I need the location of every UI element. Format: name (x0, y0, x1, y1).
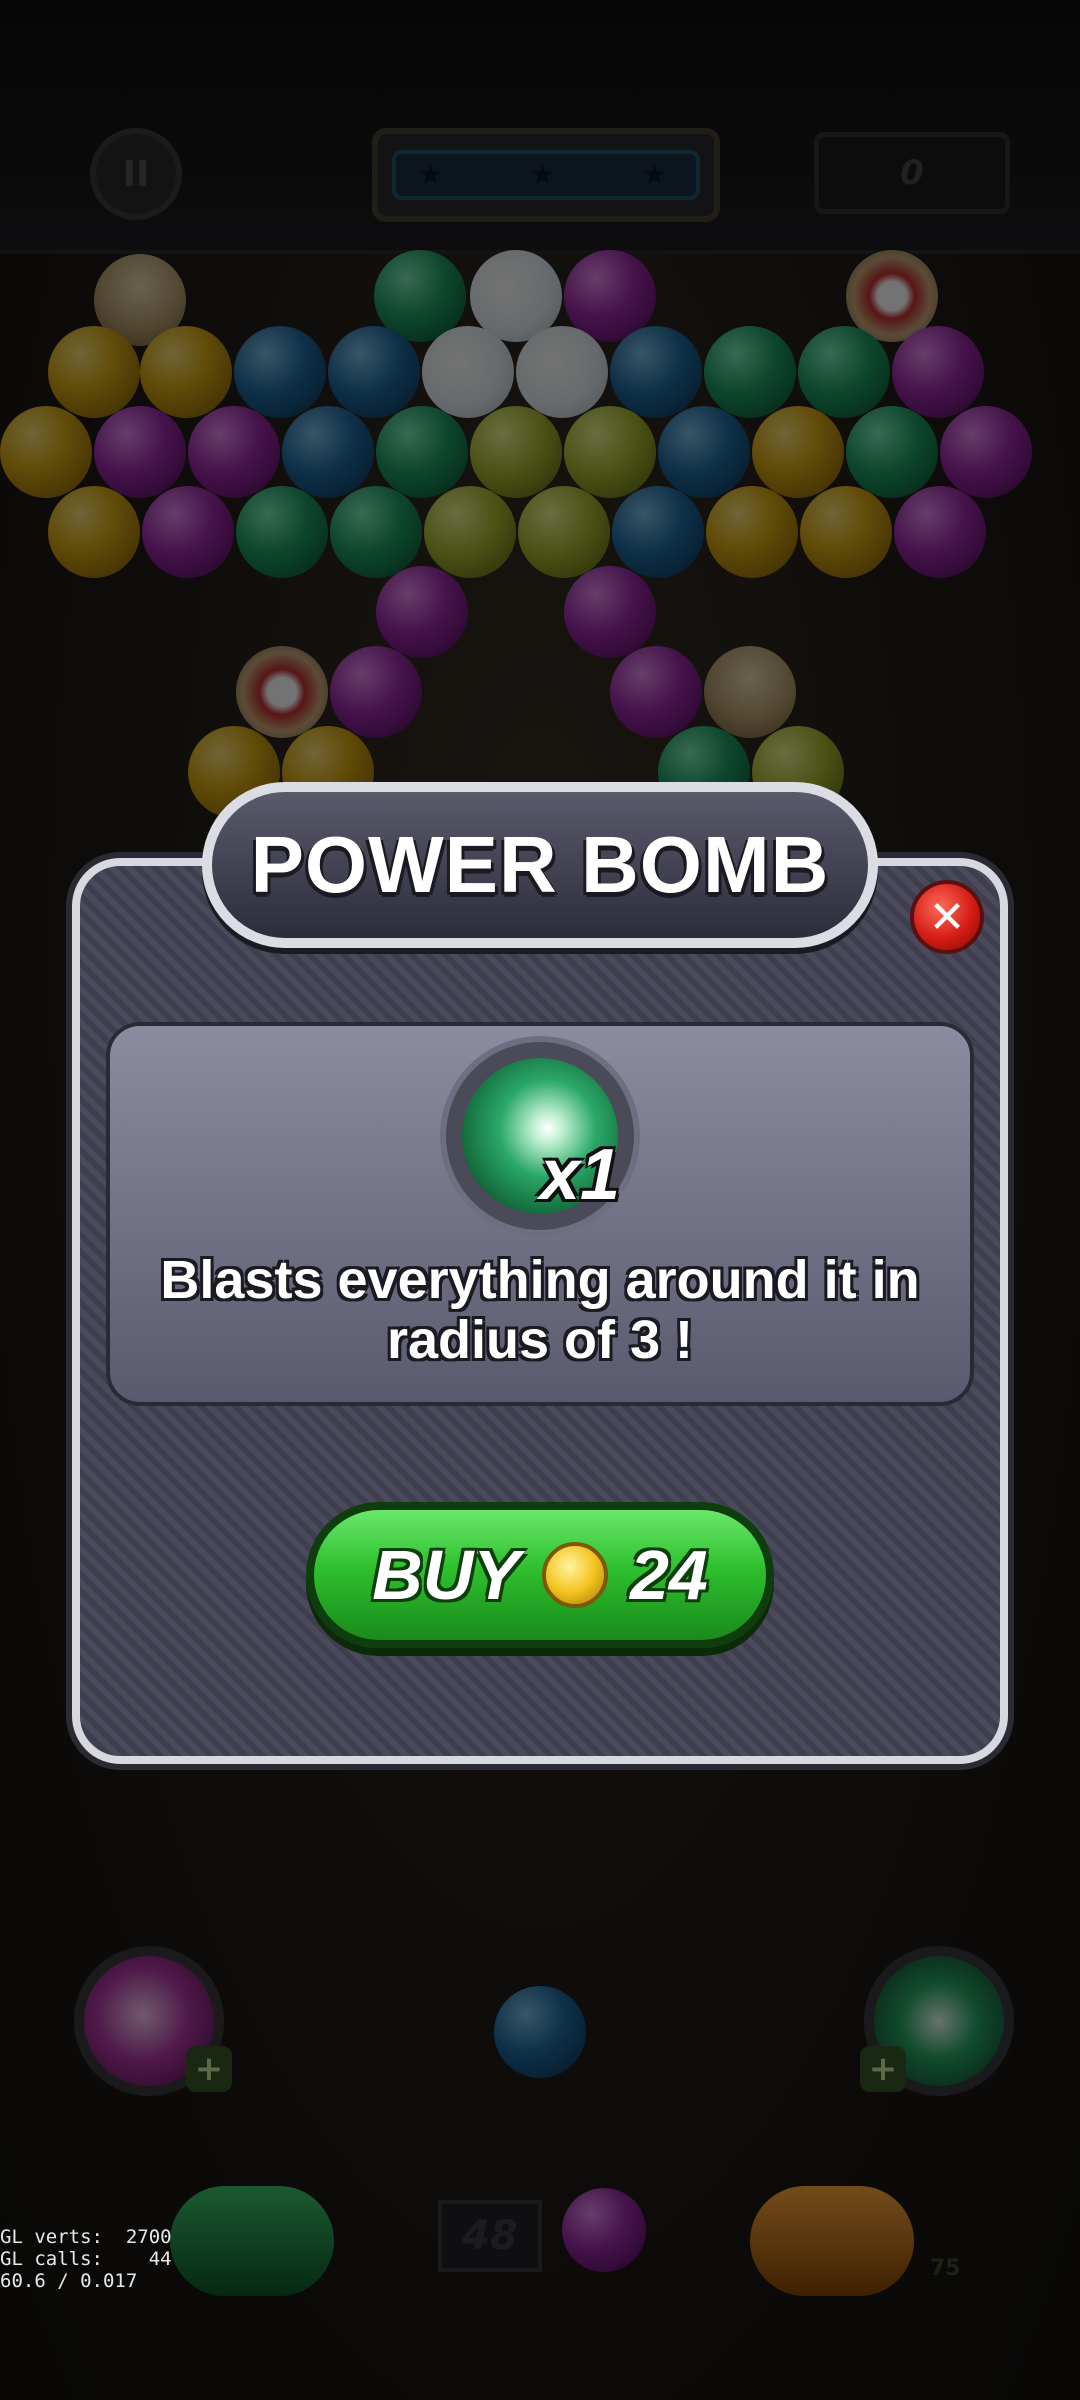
buy-price: 24 (629, 1536, 708, 1614)
item-quantity: x1 (540, 1135, 621, 1215)
buy-label: BUY (372, 1536, 520, 1614)
dialog-title-banner: POWER BOMB (202, 782, 878, 948)
dialog-title: POWER BOMB (250, 820, 830, 909)
debug-line: GL calls: 44 (0, 2248, 172, 2270)
item-description: Blasts everything around it in radius of… (160, 1250, 920, 1370)
buy-button[interactable]: BUY 24 (306, 1502, 774, 1648)
gold-coin-icon (541, 1542, 608, 1608)
debug-line: 60.6 / 0.017 (0, 2270, 138, 2292)
debug-overlay: GL verts: 2700 GL calls: 44 60.6 / 0.017 (0, 2226, 172, 2292)
close-button[interactable]: ✕ (910, 880, 984, 954)
close-x-icon: ✕ (928, 891, 966, 943)
debug-line: GL verts: 2700 (0, 2226, 172, 2248)
